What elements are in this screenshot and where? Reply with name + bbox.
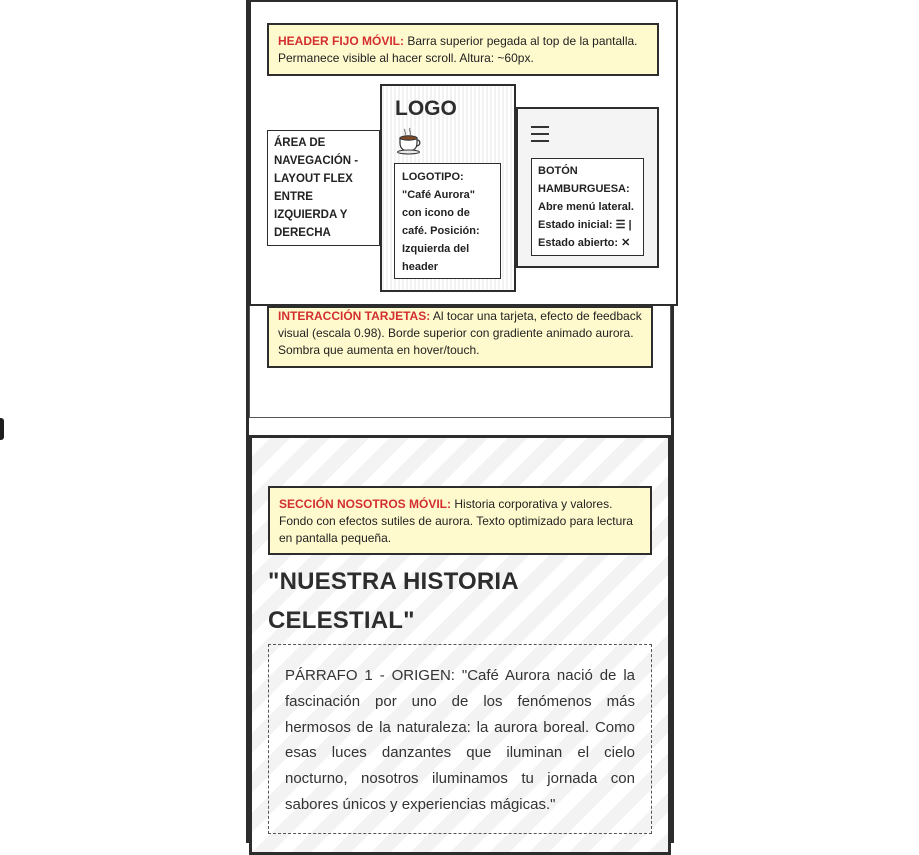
note-label: INTERACCIÓN TARJETAS:	[278, 309, 431, 323]
logo-text: LOGO	[395, 97, 457, 120]
nav-area-label: ÁREA DE NAVEGACIÓN - LAYOUT FLEX ENTRE I…	[267, 130, 380, 246]
header-note: HEADER FIJO MÓVIL: Barra superior pegada…	[267, 23, 659, 76]
about-title: "NUESTRA HISTORIA CELESTIAL"	[268, 568, 518, 634]
origin-paragraph: PÁRRAFO 1 - ORIGEN: "Café Aurora nació d…	[268, 644, 652, 834]
hamburger-menu-icon[interactable]	[531, 125, 551, 143]
note-label: SECCIÓN NOSOTROS MÓVIL:	[279, 497, 452, 511]
scrollbar-handle[interactable]	[0, 418, 4, 440]
note-label: HEADER FIJO MÓVIL:	[278, 34, 405, 48]
hamburger-description: BOTÓN HAMBURGUESA: Abre menú lateral. Es…	[531, 158, 644, 256]
about-section-note: SECCIÓN NOSOTROS MÓVIL: Historia corpora…	[268, 486, 652, 555]
coffee-cup-icon	[397, 127, 421, 155]
cards-interaction-note: INTERACCIÓN TARJETAS: Al tocar una tarje…	[267, 306, 653, 368]
logo-description: LOGOTIPO: "Café Aurora" con icono de caf…	[394, 163, 501, 279]
